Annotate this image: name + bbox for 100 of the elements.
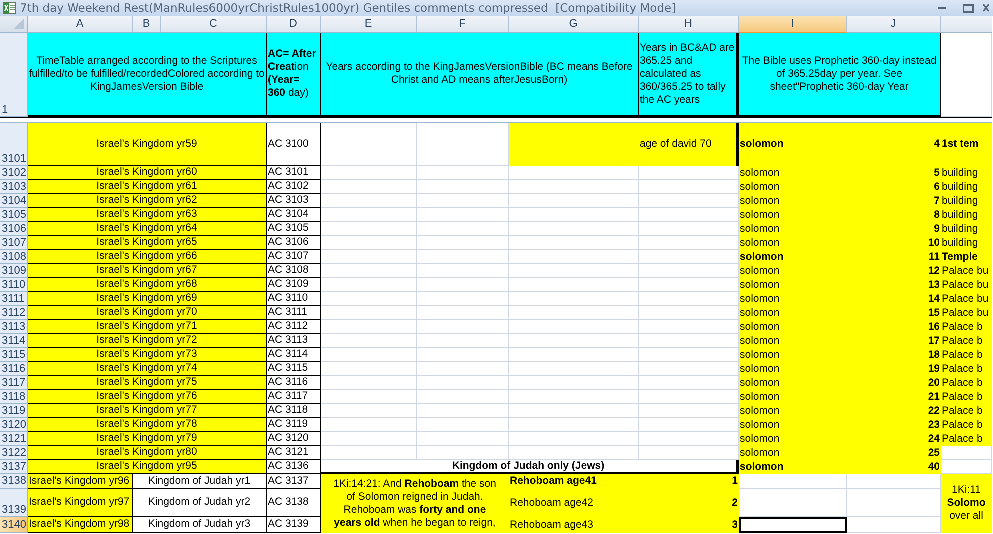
table-cell: AC 3114 [267, 348, 321, 362]
table-cell: 23 [847, 418, 941, 432]
row-header[interactable]: 3107 [0, 236, 28, 250]
row-header[interactable]: 3117 [0, 376, 28, 390]
table-cell: Israel's Kingdom yr96 [28, 474, 133, 489]
table-cell: building [941, 166, 992, 180]
table-cell: solomon [739, 292, 847, 306]
table-cell: solomon [739, 236, 847, 250]
table-cell: Israel's Kingdom yr62 [28, 194, 267, 208]
table-cell: AC 3103 [267, 194, 321, 208]
row-header[interactable]: 3110 [0, 278, 28, 292]
row-header[interactable]: 3102 [0, 166, 28, 180]
table-cell: 10 [847, 236, 941, 250]
row-header[interactable]: 3138 [0, 474, 28, 489]
table-cell: solomon [739, 250, 847, 264]
table-cell: Israel's Kingdom yr98 [28, 517, 133, 533]
row-header[interactable]: 3106 [0, 222, 28, 236]
row-header[interactable]: 3122 [0, 446, 28, 460]
table-cell: Israel's Kingdom yr73 [28, 348, 267, 362]
row-header[interactable]: 3114 [0, 334, 28, 348]
table-cell: building [941, 194, 992, 208]
row-header[interactable]: 3101 [0, 123, 28, 166]
table-cell: Israel's Kingdom yr68 [28, 278, 267, 292]
column-header[interactable]: F [417, 16, 509, 33]
table-cell: 3 [639, 517, 739, 533]
table-cell: AC 3113 [267, 334, 321, 348]
selected-cell[interactable] [739, 517, 847, 533]
table-cell: AC 3111 [267, 306, 321, 320]
row-header[interactable]: 3113 [0, 320, 28, 334]
table-cell: AC 3106 [267, 236, 321, 250]
row-header[interactable]: 3108 [0, 250, 28, 264]
column-header[interactable]: H [639, 16, 739, 33]
row-header[interactable]: 3137 [0, 460, 28, 474]
table-cell: building [941, 222, 992, 236]
table-cell: AC 3121 [267, 446, 321, 460]
table-cell: AC 3120 [267, 432, 321, 446]
table-cell: AC 3105 [267, 222, 321, 236]
table-cell: Israel's Kingdom yr65 [28, 236, 267, 250]
table-cell: AC 3104 [267, 208, 321, 222]
table-cell: 25 [847, 446, 941, 460]
column-header[interactable]: A [28, 16, 133, 33]
column-header[interactable]: C [161, 16, 267, 33]
table-cell: solomon [739, 320, 847, 334]
table-cell: Kingdom of Judah yr1 [133, 474, 267, 489]
row-header[interactable]: 3118 [0, 390, 28, 404]
row-header[interactable]: 3120 [0, 418, 28, 432]
table-cell: Israel's Kingdom yr70 [28, 306, 267, 320]
table-cell: solomon [739, 166, 847, 180]
row-header[interactable]: 1 [0, 33, 28, 117]
table-cell: Palace bu [941, 278, 992, 292]
table-cell: 12 [847, 264, 941, 278]
table-cell: Palace b [941, 376, 992, 390]
close-icon [983, 4, 989, 12]
window-title: 7th day Weekend Rest(ManRules6000yrChristRules1000yr) Gentiles comments compressed [Compatibility Mode] [20, 1, 678, 15]
table-cell: solomon [739, 460, 847, 474]
table-cell: 13 [847, 278, 941, 292]
table-cell: 17 [847, 334, 941, 348]
maximize-icon [962, 4, 974, 12]
table-cell: Palace b [941, 390, 992, 404]
table-cell: AC 3107 [267, 250, 321, 264]
table-cell: Israel's Kingdom yr76 [28, 390, 267, 404]
table-cell: building [941, 208, 992, 222]
row-header[interactable]: 3140 [0, 517, 28, 533]
table-cell: Israel's Kingdom yr75 [28, 376, 267, 390]
column-header[interactable]: E [321, 16, 417, 33]
table-cell: building [941, 180, 992, 194]
table-cell: AC 3118 [267, 404, 321, 418]
table-cell: 15 [847, 306, 941, 320]
table-cell: solomon [739, 376, 847, 390]
table-cell: Palace bu [941, 264, 992, 278]
table-cell: Palace b [941, 348, 992, 362]
table-cell: solomon [739, 334, 847, 348]
table-cell: solomon [739, 362, 847, 376]
row-header[interactable]: 3112 [0, 306, 28, 320]
table-cell: Israel's Kingdom yr64 [28, 222, 267, 236]
table-cell: Palace b [941, 432, 992, 446]
row-header[interactable]: 3105 [0, 208, 28, 222]
table-cell: 1 [639, 474, 739, 489]
row-header[interactable]: 3109 [0, 264, 28, 278]
column-header[interactable]: B [133, 16, 161, 33]
row-header[interactable]: 3139 [0, 489, 28, 517]
row-header[interactable]: 3115 [0, 348, 28, 362]
row-header[interactable]: 3121 [0, 432, 28, 446]
table-cell: Israel's Kingdom yr66 [28, 250, 267, 264]
row-header[interactable]: 3119 [0, 404, 28, 418]
column-header[interactable]: J [847, 16, 941, 33]
row-header[interactable]: 3116 [0, 362, 28, 376]
table-cell: Israel's Kingdom yr67 [28, 264, 267, 278]
row-header[interactable]: 3104 [0, 194, 28, 208]
column-header[interactable]: D [267, 16, 321, 33]
row-header[interactable]: 3111 [0, 292, 28, 306]
table-cell: solomon [739, 208, 847, 222]
table-cell: solomon [739, 306, 847, 320]
table-cell: AC 3138 [267, 489, 321, 517]
column-header[interactable]: G [509, 16, 639, 33]
row-header[interactable]: 3103 [0, 180, 28, 194]
table-cell: solomon [739, 123, 847, 166]
table-cell: AC 3136 [267, 460, 321, 474]
table-cell: 4 [847, 123, 941, 166]
column-header[interactable]: I [739, 16, 847, 33]
